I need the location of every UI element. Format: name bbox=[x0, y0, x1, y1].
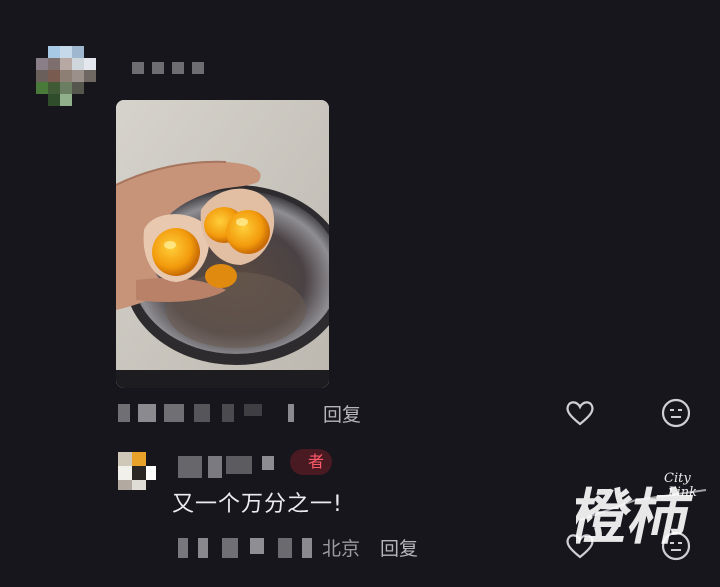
reply-button-2[interactable]: 回复 bbox=[380, 534, 418, 561]
watermark-logo: 橙柿 City Link bbox=[562, 460, 716, 556]
comment-text: 又一个万分之一! bbox=[172, 492, 343, 517]
username-censored[interactable] bbox=[132, 59, 212, 78]
avatar-commenter-2[interactable] bbox=[118, 452, 158, 492]
heart-icon[interactable] bbox=[564, 397, 596, 429]
comment-photo[interactable] bbox=[116, 100, 329, 388]
reply-button[interactable]: 回复 bbox=[323, 400, 361, 427]
location-label: 北京 bbox=[322, 538, 361, 560]
svg-text:City: City bbox=[664, 471, 691, 486]
comment-meta-censored-2 bbox=[178, 534, 318, 562]
emoji-face-icon[interactable] bbox=[660, 397, 692, 429]
author-tag: 者 bbox=[290, 449, 333, 475]
avatar-commenter-1[interactable] bbox=[36, 46, 96, 106]
egg-yolks-photo bbox=[116, 100, 329, 388]
